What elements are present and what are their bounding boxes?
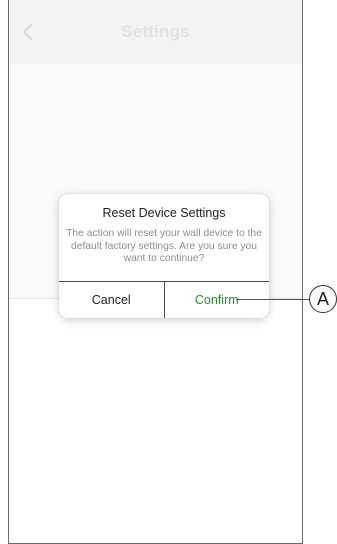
cancel-button[interactable]: Cancel	[59, 282, 165, 318]
dialog-message: The action will reset your wall device t…	[66, 228, 262, 264]
top-bar: Settings	[9, 0, 302, 64]
confirm-button[interactable]: Confirm	[165, 282, 270, 318]
callout-line	[236, 299, 309, 300]
page-title: Settings	[121, 22, 190, 41]
callout-badge: A	[309, 285, 337, 313]
dialog-title: Reset Device Settings	[102, 206, 226, 220]
